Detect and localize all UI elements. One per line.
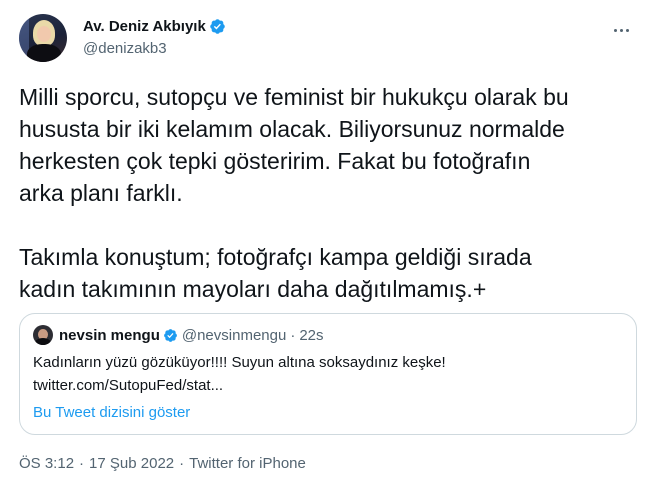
tweet-time[interactable]: ÖS 3:12 — [19, 455, 74, 472]
avatar-face — [37, 26, 51, 42]
author-name-row[interactable]: Av. Deniz Akbıyık — [83, 18, 226, 35]
tweet-text: Milli sporcu, sutopçu ve feminist bir hu… — [19, 81, 624, 305]
separator-dot: · — [290, 326, 296, 344]
more-options-icon[interactable] — [612, 20, 632, 40]
quoted-author-handle: @nevsinmengu — [181, 326, 287, 344]
quoted-author-avatar — [33, 325, 53, 345]
quoted-tweet-header: nevsin mengu @nevsinmengu · 22s — [33, 325, 324, 345]
tweet-metadata: ÖS 3:12 · 17 Şub 2022 · Twitter for iPho… — [19, 455, 306, 472]
quoted-tweet-text: Kadınların yüzü gözüküyor!!!! Suyun altı… — [33, 354, 446, 371]
quoted-author-name: nevsin mengu — [59, 326, 160, 344]
tweet-line: herkesten çok tepki gösteririm. Fakat bu… — [19, 148, 531, 174]
quoted-tweet-url: twitter.com/SutopuFed/stat... — [33, 377, 224, 394]
author-display-name[interactable]: Av. Deniz Akbıyık — [83, 18, 206, 35]
tweet: Av. Deniz Akbıyık @denizakb3 Milli sporc… — [0, 0, 650, 504]
quoted-tweet-time: 22s — [299, 326, 324, 344]
show-thread-link[interactable]: Bu Tweet dizisini göster — [33, 404, 190, 421]
tweet-line: arka planı farklı. — [19, 180, 183, 206]
tweet-line: kadın takımının mayoları daha dağıtılmam… — [19, 276, 487, 302]
tweet-date[interactable]: 17 Şub 2022 — [89, 455, 174, 472]
avatar-body — [27, 44, 61, 62]
tweet-line: Milli sporcu, sutopçu ve feminist bir hu… — [19, 84, 569, 110]
separator-dot: · — [179, 455, 185, 472]
tweet-line: hususta bir iki kelamım olacak. Biliyors… — [19, 116, 565, 142]
tweet-line: Takımla konuştum; fotoğrafçı kampa geldi… — [19, 244, 532, 270]
verified-badge-icon — [210, 19, 225, 34]
author-avatar[interactable] — [19, 14, 67, 62]
tweet-source[interactable]: Twitter for iPhone — [189, 455, 306, 472]
author-handle[interactable]: @denizakb3 — [83, 40, 167, 57]
verified-badge-icon — [163, 328, 177, 342]
separator-dot: · — [79, 455, 85, 472]
quoted-tweet[interactable]: nevsin mengu @nevsinmengu · 22s Kadınlar… — [19, 313, 637, 435]
